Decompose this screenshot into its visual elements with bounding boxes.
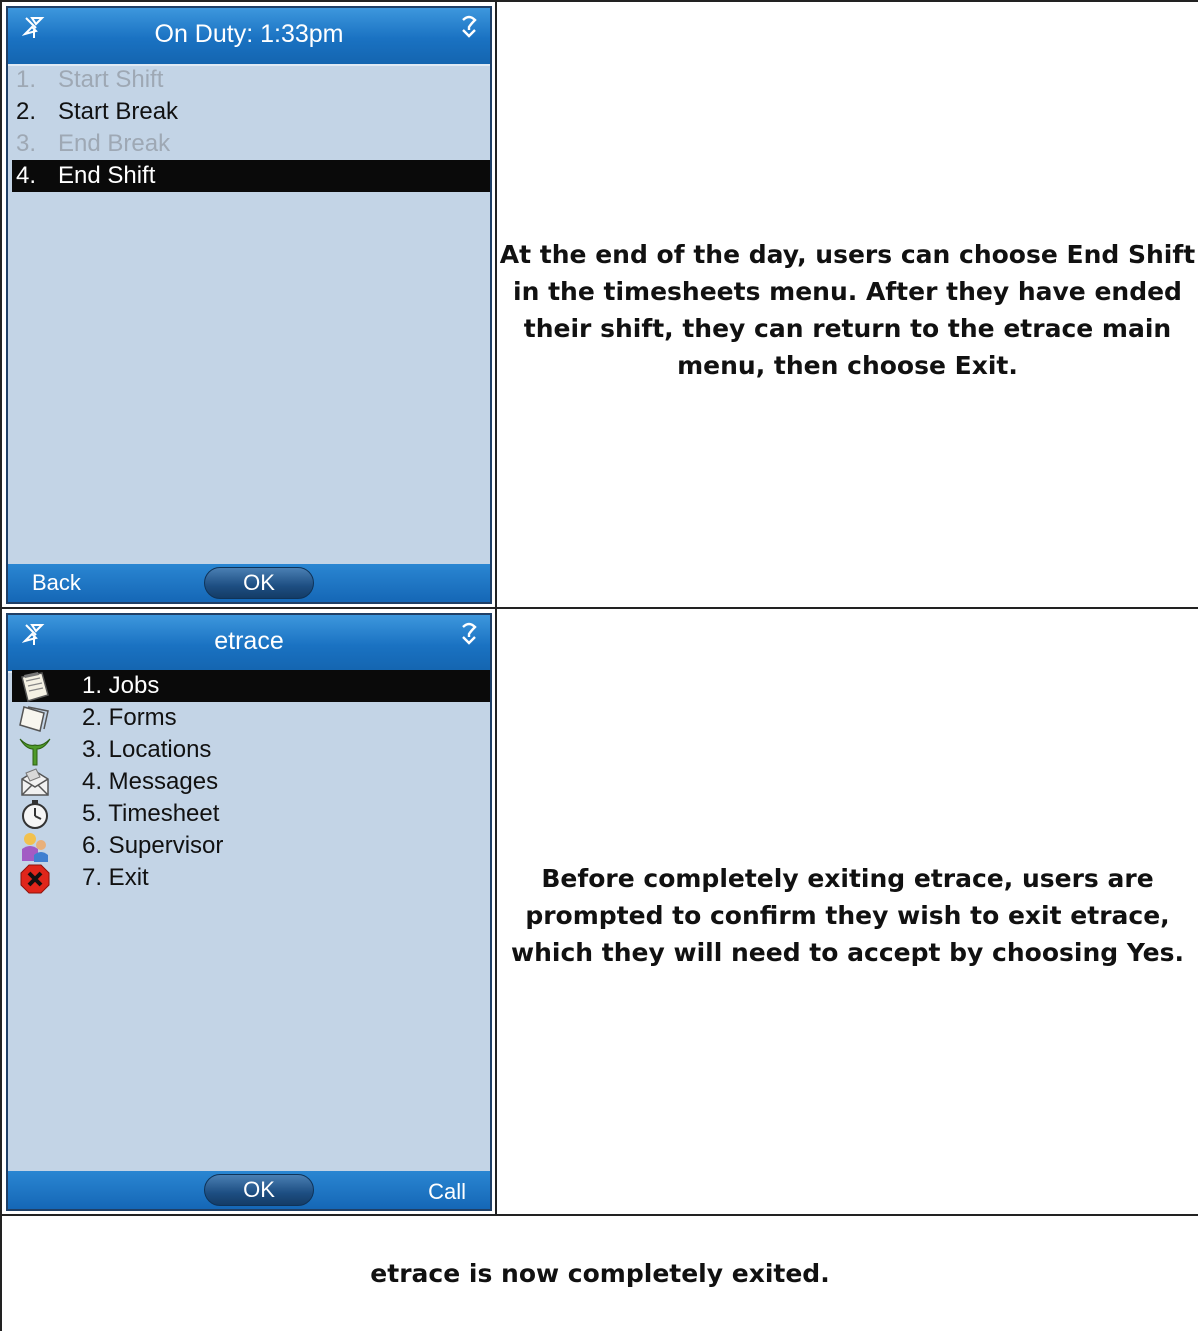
messages-icon <box>21 768 49 796</box>
softkey-bar: OK Call <box>8 1171 490 1209</box>
table-border-middle <box>495 0 497 1216</box>
back-softkey[interactable]: Back <box>32 570 81 596</box>
step1-description: At the end of the day, users can choose … <box>499 240 1196 380</box>
timesheet-icon <box>22 800 48 829</box>
menu-item-end-shift[interactable]: 4. End Shift <box>12 160 490 192</box>
ok-button[interactable]: OK <box>204 567 314 599</box>
forms-icon <box>19 706 49 732</box>
menu-item-start-shift[interactable]: 1. Start Shift <box>12 64 490 96</box>
main-menu: 1. Jobs 2. Forms 3. Locations 4. Message… <box>12 670 490 894</box>
table-border-left <box>0 0 2 1331</box>
ok-button[interactable]: OK <box>204 1174 314 1206</box>
call-softkey[interactable]: Call <box>428 1179 466 1205</box>
table-border-row1 <box>0 607 1198 609</box>
table-border-top <box>0 0 1198 2</box>
softkey-bar: Back OK <box>8 564 490 602</box>
menu-item-messages[interactable]: 4. Messages <box>12 766 490 798</box>
exit-icon <box>20 864 50 894</box>
supervisor-icon <box>22 833 48 862</box>
menu-item-end-break[interactable]: 3. End Break <box>12 128 490 160</box>
phone-screen-timesheet: On Duty: 1:33pm 1. Start Shift 2. Start … <box>6 6 492 604</box>
menu-item-start-break[interactable]: 2. Start Break <box>12 96 490 128</box>
menu-item-supervisor[interactable]: 6. Supervisor <box>12 830 490 862</box>
menu-item-locations[interactable]: 3. Locations <box>12 734 490 766</box>
phone-screen-main-menu: etrace 1. Jobs 2. Forms 3. Locations 4. … <box>6 613 492 1211</box>
screen-title: etrace <box>214 627 284 655</box>
battery-icon <box>460 14 478 46</box>
menu-item-timesheet[interactable]: 5. Timesheet <box>12 798 490 830</box>
timesheet-menu: 1. Start Shift 2. Start Break 3. End Bre… <box>12 64 490 192</box>
step2-description: Before completely exiting etrace, users … <box>511 863 1184 967</box>
title-bar: On Duty: 1:33pm <box>8 8 490 66</box>
jobs-icon <box>21 672 49 702</box>
battery-icon <box>460 621 478 653</box>
menu-item-jobs[interactable]: 1. Jobs <box>12 670 490 702</box>
title-bar: etrace <box>8 615 490 673</box>
menu-item-forms[interactable]: 2. Forms <box>12 702 490 734</box>
menu-item-exit[interactable]: 7. Exit <box>12 862 490 894</box>
step3-description: etrace is now completely exited. <box>370 1259 830 1288</box>
screen-title: On Duty: 1:33pm <box>154 20 344 48</box>
locations-icon <box>19 738 51 766</box>
